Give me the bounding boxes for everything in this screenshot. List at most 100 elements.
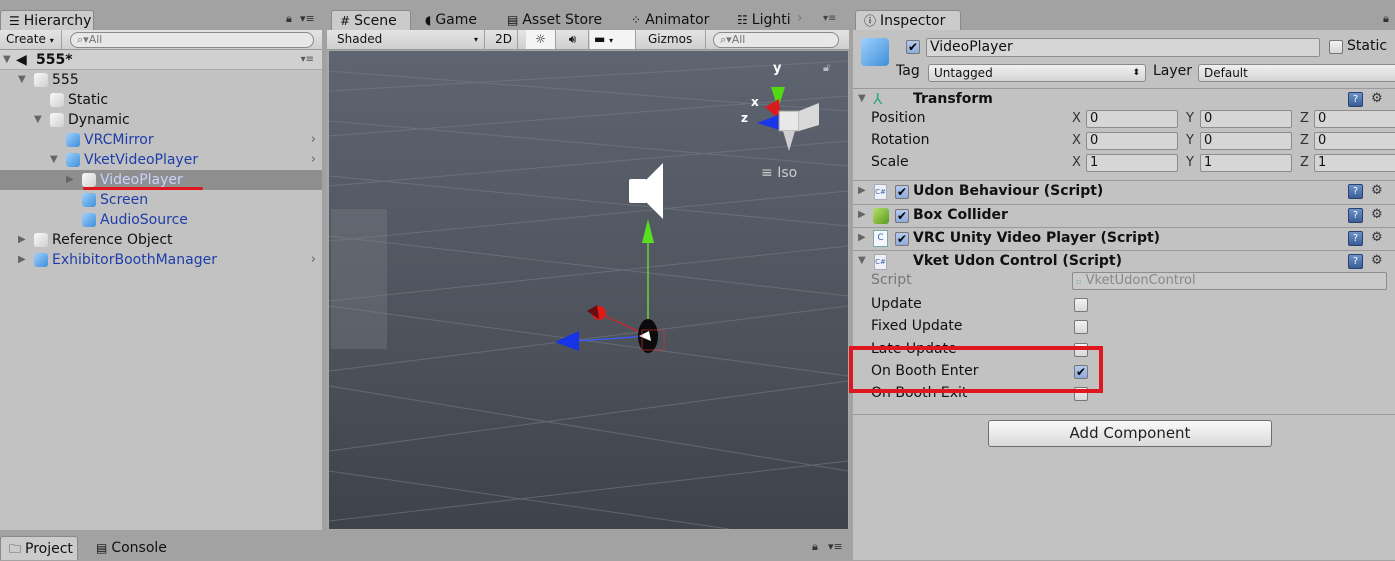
tab-hierarchy[interactable]: ☰ Hierarchy [0, 10, 94, 30]
hierarchy-item[interactable]: Screen [0, 190, 322, 210]
tab-lighting[interactable]: ☷ Lighti [729, 10, 799, 30]
help-icon[interactable]: ? [1348, 92, 1363, 107]
panel-menu-icon[interactable]: ▾≡ [823, 13, 836, 24]
lighting-toggle-button[interactable]: ☼ [526, 30, 556, 49]
component-header[interactable]: ▶ C# ✔ Udon Behaviour (Script)? ⚙︎ [853, 180, 1395, 203]
scale-z-field[interactable]: 1 [1314, 154, 1395, 172]
static-checkbox[interactable] [1329, 40, 1343, 54]
help-icon[interactable]: ? [1348, 254, 1363, 269]
help-icon[interactable]: ? [1348, 231, 1363, 246]
hierarchy-item[interactable]: ▶ ExhibitorBoothManager › [0, 250, 322, 270]
prefab-open-chevron-icon[interactable]: › [311, 250, 316, 270]
collapse-arrow-icon[interactable]: ▶ [18, 250, 26, 270]
shading-mode-dropdown[interactable]: Shaded ▾ [331, 30, 485, 49]
prefab-open-chevron-icon[interactable]: › [311, 150, 316, 170]
settings-icon[interactable]: ⚙︎ [1371, 230, 1383, 245]
hierarchy-item[interactable]: ▶ Reference Object [0, 230, 322, 250]
gameobject-icon [34, 73, 48, 87]
component-enabled-checkbox[interactable]: ✔ [895, 208, 909, 223]
transform-row: Rotation X 0 Y 0 Z 0 [853, 132, 1395, 154]
component-header[interactable]: ▶ C ✔ VRC Unity Video Player (Script)? ⚙︎ [853, 227, 1395, 250]
settings-icon[interactable]: ⚙︎ [1371, 183, 1383, 198]
hierarchy-item[interactable]: VRCMirror › [0, 130, 322, 150]
gizmos-dropdown[interactable]: Gizmos ▾ [642, 30, 706, 64]
y-arrow-icon[interactable] [642, 219, 654, 243]
collapse-arrow-icon[interactable]: ▶ [66, 170, 74, 190]
hierarchy-search-input[interactable]: ⌕▾All [70, 32, 314, 48]
scale-x-field[interactable]: 1 [1086, 154, 1178, 172]
tab-overflow-chevron-icon[interactable]: › [797, 10, 803, 26]
component-enabled-checkbox[interactable]: ✔ [895, 232, 909, 246]
position-x-field[interactable]: 0 [1086, 110, 1178, 128]
panel-menu-icon[interactable]: ▾≡ [300, 12, 315, 25]
projection-toggle[interactable]: ≡ Iso [761, 165, 797, 181]
image-icon: ▬ [594, 32, 606, 46]
scene-menu-icon[interactable]: ▾≡ [301, 50, 314, 70]
expand-arrow-icon[interactable]: ▶ [858, 185, 866, 196]
orientation-gizmo[interactable]: y x z [739, 59, 829, 169]
layer-dropdown[interactable]: Default [1198, 64, 1395, 82]
help-icon[interactable]: ? [1348, 184, 1363, 199]
lock-icon[interactable]: 🔓︎ [823, 61, 830, 75]
hierarchy-item[interactable]: ▼ 555 [0, 70, 322, 90]
script-reference-field[interactable]: ▫ VketUdonControl [1072, 272, 1387, 290]
hierarchy-item[interactable]: ▼ VketVideoPlayer › [0, 150, 322, 170]
effects-toggle-button[interactable]: ▬ ▾ [590, 30, 636, 49]
tab-scene[interactable]: # Scene [331, 10, 411, 30]
panel-menu-icon[interactable]: ▾≡ [828, 540, 843, 553]
component-header[interactable]: ▶ ✔ Box Collider? ⚙︎ [853, 203, 1395, 227]
audio-toggle-button[interactable]: 🔊︎ [557, 30, 589, 49]
create-button[interactable]: Create ▾ [0, 30, 62, 49]
expand-arrow-icon[interactable]: ▶ [858, 232, 866, 243]
hierarchy-item[interactable]: AudioSource [0, 210, 322, 230]
lock-icon[interactable]: 🔒︎ [286, 12, 292, 26]
gameobject-icon [82, 173, 96, 187]
expand-arrow-icon[interactable]: ▶ [858, 209, 866, 220]
tab-console[interactable]: ▤ Console [88, 536, 175, 560]
tag-dropdown[interactable]: Untagged ⬍ [928, 64, 1146, 82]
component-enabled-checkbox[interactable]: ✔ [895, 185, 909, 199]
console-icon: ▤ [96, 541, 108, 555]
collapse-arrow-icon[interactable]: ▼ [858, 93, 866, 104]
z-arrow-icon[interactable] [555, 331, 579, 351]
prefab-open-chevron-icon[interactable]: › [311, 130, 316, 150]
lock-icon[interactable]: 🔒︎ [812, 540, 818, 554]
property-checkbox[interactable] [1074, 298, 1088, 312]
collapse-arrow-icon[interactable]: ▶ [18, 230, 26, 250]
rotation-x-field[interactable]: 0 [1086, 132, 1178, 150]
settings-icon[interactable]: ⚙︎ [1371, 253, 1383, 268]
scene-root-row[interactable]: ▼ ◀︎ 555* ▾≡ [0, 50, 322, 70]
tab-asset-store[interactable]: ▤ Asset Store [499, 10, 610, 30]
rotation-z-field[interactable]: 0 [1314, 132, 1395, 150]
tab-game[interactable]: ◖ Game [417, 10, 485, 30]
hierarchy-item[interactable]: Static [0, 90, 322, 110]
settings-icon[interactable]: ⚙︎ [1371, 207, 1383, 222]
search-icon: ⌕▾ [77, 33, 89, 46]
lock-icon[interactable]: 🔒︎ [1383, 12, 1389, 26]
rotation-y-field[interactable]: 0 [1200, 132, 1292, 150]
vket-udon-control-header[interactable]: ▼ C# Vket Udon Control (Script) ? ⚙︎ [853, 250, 1395, 273]
position-z-field[interactable]: 0 [1314, 110, 1395, 128]
property-checkbox[interactable] [1074, 320, 1088, 335]
transform-header[interactable]: ▼ ⅄ Transform ? ⚙︎ [853, 88, 1395, 111]
hierarchy-item[interactable]: ▼ Dynamic [0, 110, 322, 130]
scale-y-field[interactable]: 1 [1200, 154, 1292, 172]
expand-arrow-icon[interactable]: ▼ [3, 50, 11, 70]
expand-arrow-icon[interactable]: ▼ [50, 150, 58, 170]
position-y-field[interactable]: 0 [1200, 110, 1292, 128]
expand-arrow-icon[interactable]: ▼ [34, 110, 42, 130]
scene-viewport[interactable]: y x z 🔓︎ ≡ Iso [329, 51, 848, 529]
2d-toggle-button[interactable]: 2D [490, 30, 518, 49]
help-icon[interactable]: ? [1348, 207, 1363, 223]
expand-arrow-icon[interactable]: ▼ [18, 70, 26, 90]
tab-project[interactable]: 🗀 Project [0, 536, 78, 560]
transform-row: Position X 0 Y 0 Z 0 [853, 110, 1395, 132]
tab-inspector[interactable]: ⓘ Inspector [855, 10, 961, 30]
settings-icon[interactable]: ⚙︎ [1371, 91, 1383, 106]
collapse-arrow-icon[interactable]: ▼ [858, 255, 866, 266]
object-name-field[interactable]: VideoPlayer [926, 38, 1320, 57]
tab-animator[interactable]: ⁘ Animator [623, 10, 717, 30]
scene-search-input[interactable]: ⌕▾All [713, 32, 839, 48]
active-checkbox[interactable]: ✔ [906, 40, 920, 54]
add-component-button[interactable]: Add Component [988, 420, 1272, 447]
